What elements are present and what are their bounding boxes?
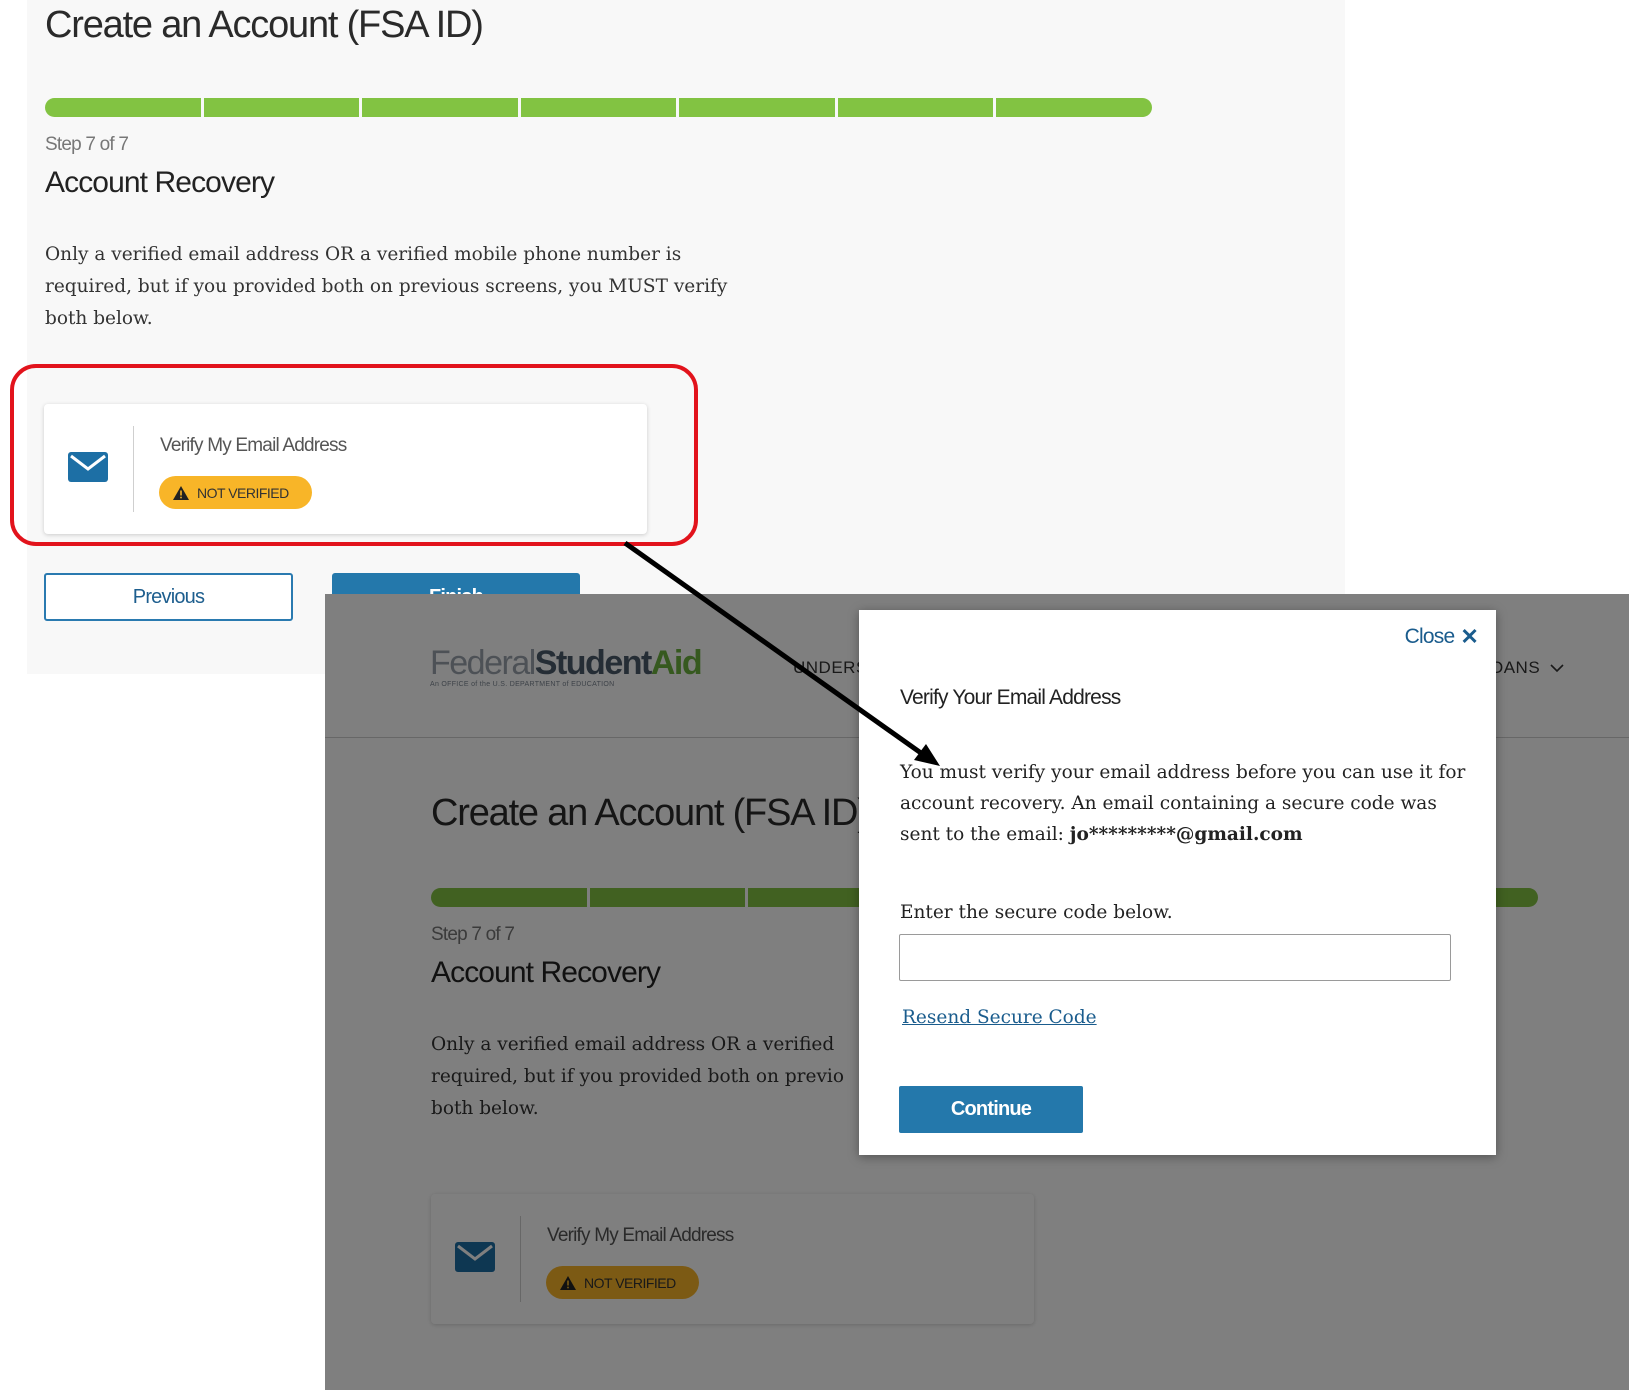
secure-code-input[interactable]	[899, 934, 1451, 981]
progress-segment	[362, 98, 518, 117]
step-label: Step 7 of 7	[45, 134, 129, 155]
progress-segment	[203, 98, 360, 117]
progress-segment	[45, 98, 201, 117]
modal-message: You must verify your email address befor…	[900, 757, 1475, 850]
close-button[interactable]: Close ✕	[1404, 624, 1479, 650]
intro-text: Only a verified email address OR a verif…	[45, 244, 728, 329]
secure-code-label: Enter the secure code below.	[900, 902, 1173, 923]
previous-button[interactable]: Previous	[44, 573, 293, 621]
progress-segment	[679, 98, 835, 117]
close-icon: ✕	[1460, 624, 1478, 649]
continue-button[interactable]: Continue	[899, 1086, 1083, 1133]
top-screen-panel: Create an Account (FSA ID) Step 7 of 7 A…	[27, 0, 1345, 674]
verify-email-modal: Close ✕ Verify Your Email Address You mu…	[859, 610, 1496, 1155]
progress-segment	[520, 98, 677, 117]
masked-email: jo*********@gmail.com	[1069, 824, 1303, 845]
section-title: Account Recovery	[45, 166, 275, 199]
resend-code-link[interactable]: Resend Secure Code	[902, 1007, 1097, 1028]
close-label: Close	[1404, 625, 1455, 648]
progress-bar	[45, 98, 1153, 117]
highlight-box	[10, 364, 698, 546]
progress-segment	[996, 98, 1153, 117]
modal-title: Verify Your Email Address	[900, 686, 1121, 709]
progress-segment	[837, 98, 994, 117]
page-title: Create an Account (FSA ID)	[45, 4, 484, 46]
